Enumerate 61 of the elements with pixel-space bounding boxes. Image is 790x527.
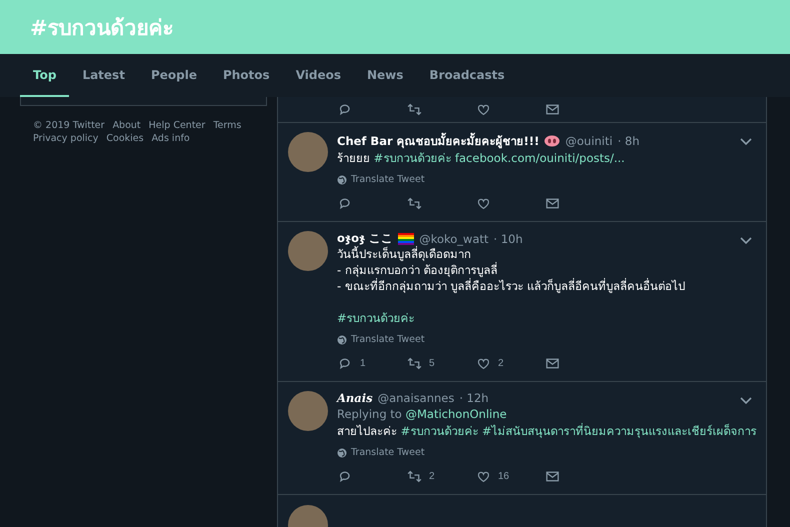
footer-link[interactable]: Help Center — [148, 120, 206, 131]
retweet-icon — [406, 354, 423, 372]
nav-tab[interactable]: Videos — [282, 54, 354, 97]
translate-link[interactable]: Translate Tweet — [351, 334, 425, 345]
page-title: #รบกวนด้วยค่ะ — [30, 14, 174, 42]
retweet-button[interactable]: 5 — [406, 354, 475, 372]
tweet-text: - กลุ่มแรกบอกว่า ต้องยุติการบูลลี่ — [337, 263, 498, 277]
hashtag-link[interactable]: #รบกวนด้วยค่ะ — [337, 311, 415, 325]
hashtag-link[interactable]: #รบกวนด้วยค่ะ — [374, 151, 452, 165]
globe-icon — [337, 334, 347, 344]
like-button[interactable]: 2 — [475, 354, 544, 372]
nav-tab[interactable]: People — [138, 54, 210, 97]
tweet-text: วันนี้ประเด็นบูลลี่ดุเดือดมาก — [337, 247, 471, 261]
url-link[interactable]: facebook.com/ouiniti/posts/... — [454, 151, 625, 165]
retweet-button[interactable]: 2 — [406, 468, 475, 484]
retweet-icon — [406, 100, 423, 118]
user-name[interactable]: Chef Bar คุณชอบมั้ยคะมั้ยคะผู้ชาย!!! — [337, 132, 540, 150]
retweet-count: 5 — [429, 358, 435, 368]
retweet-count: 2 — [429, 470, 435, 482]
footer-link[interactable]: Cookies — [106, 133, 144, 144]
user-handle: @ouiniti — [565, 134, 613, 148]
translate-link[interactable]: Translate Tweet — [351, 447, 425, 458]
retweet-icon — [406, 468, 423, 484]
avatar-photo-placeholder[interactable] — [288, 132, 328, 172]
footer-link[interactable]: About — [112, 120, 141, 131]
reply-button[interactable]: 1 — [337, 354, 406, 372]
nav-tab[interactable]: Broadcasts — [416, 54, 518, 97]
retweet-icon — [406, 194, 423, 212]
user-name[interactable]: Anais — [337, 391, 373, 405]
translate-link[interactable]: Translate Tweet — [351, 174, 425, 185]
footer-link[interactable]: © 2019 Twitter — [33, 120, 105, 131]
nav-tab[interactable]: Latest — [69, 54, 138, 97]
user-handle: @koko_watt — [419, 232, 489, 246]
nav-tab[interactable]: Photos — [210, 54, 283, 97]
tweet-text: - ขณะที่อีกกลุ่มถามว่า บูลลี่คืออะไรวะ แล้วก็บูลลี่อีคนที่บูลลี่คนอื่นต่อไป — [337, 279, 686, 293]
tweet-text: สายไปละค่ะ — [337, 424, 397, 438]
user-handle: @anaisannes — [378, 391, 454, 405]
globe-icon — [337, 174, 347, 184]
tweet-text: ร้ายยย — [337, 151, 370, 165]
footer-link[interactable]: Privacy policy — [33, 133, 98, 144]
pig-nose-icon — [544, 135, 560, 147]
nav-tab[interactable]: News — [354, 54, 416, 97]
avatar-photo-placeholder[interactable] — [288, 231, 328, 271]
footer-link[interactable]: Terms — [213, 120, 242, 131]
hashtag-link[interactable]: #รบกวนด้วยค่ะ — [400, 424, 478, 438]
rainbow-flag-icon — [398, 232, 414, 244]
search-field[interactable] — [20, 97, 267, 106]
hashtag-link[interactable]: #ไม่สนับสนุนดาราที่นิยมความรุนแรงและเชียร์เผด็จการ — [482, 424, 757, 438]
replying-label: Replying to — [337, 407, 402, 421]
globe-icon — [337, 448, 347, 458]
like-button[interactable]: 16 — [475, 468, 544, 484]
like-count: 2 — [498, 358, 504, 368]
tweet-time[interactable]: · 8h — [618, 134, 640, 148]
like-count: 16 — [498, 470, 510, 482]
tweet-time[interactable]: · 10h — [494, 232, 523, 246]
user-name[interactable]: oჯoჯ ここ — [337, 231, 394, 246]
footer-link[interactable]: Ads info — [152, 133, 190, 144]
mention-link[interactable]: @MatichonOnline — [406, 407, 507, 421]
tweet-time[interactable]: · 12h — [459, 391, 489, 405]
reply-count: 1 — [360, 358, 366, 368]
avatar-photo-placeholder[interactable] — [288, 391, 328, 431]
